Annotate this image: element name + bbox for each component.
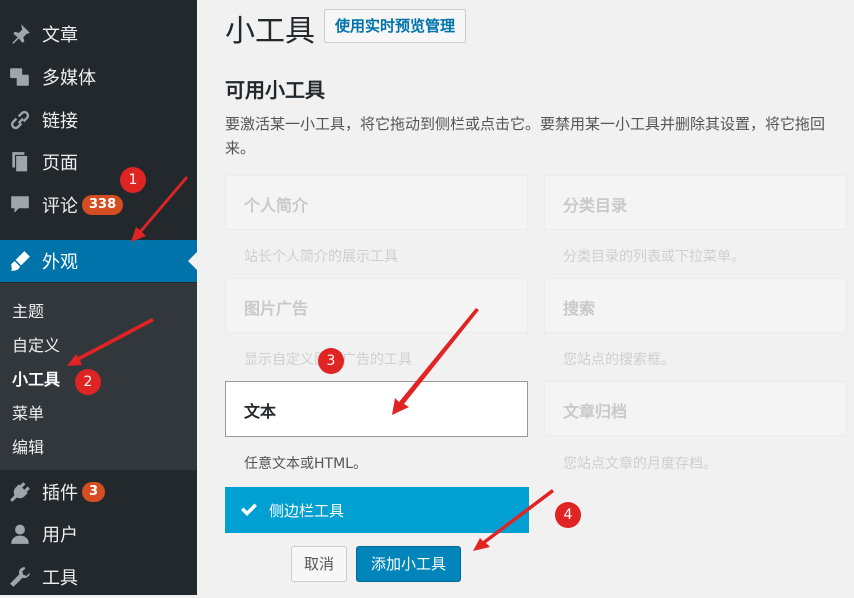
step-2-badge: 2 — [75, 369, 101, 395]
widget-description: 您站点文章的月度存档。 — [563, 456, 717, 472]
checkmark-icon — [241, 503, 257, 516]
menu-item-users[interactable]: 用户 — [0, 513, 197, 555]
available-widgets-heading: 可用小工具 — [225, 78, 325, 102]
widget-title: 个人简介 — [244, 196, 309, 215]
brush-icon — [8, 249, 32, 273]
wrench-icon — [8, 565, 32, 589]
comment-icon — [8, 193, 32, 217]
page-icon — [8, 150, 32, 174]
menu-item-pages[interactable]: 页面 — [0, 141, 197, 183]
menu-item-label: 页面 — [42, 153, 78, 174]
pin-icon — [8, 22, 32, 46]
step-3-badge: 3 — [318, 348, 344, 374]
submenu-item-menus[interactable]: 菜单 — [12, 400, 44, 424]
menu-item-plugins[interactable]: 插件 3 — [0, 471, 197, 513]
menu-item-label: 工具 — [42, 568, 78, 589]
menu-item-comments[interactable]: 评论 338 — [0, 184, 197, 226]
menu-item-links[interactable]: 链接 — [0, 99, 197, 141]
plugin-update-badge: 3 — [82, 482, 106, 502]
widget-title: 图片广告 — [244, 299, 309, 318]
menu-item-label: 插件 — [42, 483, 78, 504]
menu-item-label: 用户 — [42, 525, 78, 546]
widget-title: 分类目录 — [563, 196, 628, 215]
widget-description: 分类目录的列表或下拉菜单。 — [563, 249, 745, 265]
menu-item-label: 外观 — [42, 252, 78, 273]
menu-item-media[interactable]: 多媒体 — [0, 56, 197, 98]
manage-live-preview-button[interactable]: 使用实时预览管理 — [324, 9, 467, 43]
cancel-button[interactable]: 取消 — [291, 546, 348, 582]
page-title: 小工具 — [225, 14, 315, 49]
submenu-item-customize[interactable]: 自定义 — [12, 332, 60, 356]
plugin-icon — [8, 480, 32, 504]
step-1-badge: 1 — [120, 167, 146, 193]
menu-item-label: 文章 — [42, 25, 78, 46]
sidebar-choice-label: 侧边栏工具 — [269, 501, 345, 520]
menu-item-label: 链接 — [42, 111, 78, 132]
widget-search[interactable]: 搜索 — [544, 278, 847, 333]
comment-count-badge: 338 — [82, 195, 124, 215]
step-4-badge: 4 — [555, 502, 581, 528]
widget-profile[interactable]: 个人简介 — [225, 175, 528, 230]
media-icon — [8, 65, 32, 89]
available-widgets-description: 要激活某一小工具，将它拖动到侧栏或点击它。要禁用某一小工具并删除其设置，将它拖回… — [225, 115, 826, 157]
menu-item-tools[interactable]: 工具 — [0, 556, 197, 598]
menu-item-label: 多媒体 — [42, 68, 96, 89]
submenu-item-themes[interactable]: 主题 — [12, 298, 44, 322]
menu-item-posts[interactable]: 文章 — [0, 13, 197, 55]
widget-description: 站长个人简介的展示工具 — [244, 249, 398, 265]
widget-categories[interactable]: 分类目录 — [544, 175, 847, 230]
user-icon — [8, 522, 32, 546]
link-icon — [8, 108, 32, 132]
main-content: 小工具 使用实时预览管理 可用小工具 要激活某一小工具，将它拖动到侧栏或点击它。… — [197, 0, 854, 595]
submenu-item-widgets[interactable]: 小工具 — [12, 366, 60, 390]
widget-image-ad[interactable]: 图片广告 — [225, 278, 528, 333]
sidebar-choice-option[interactable]: 侧边栏工具 — [225, 487, 529, 533]
widget-title: 搜索 — [563, 299, 596, 318]
widget-text[interactable]: 文本 — [225, 381, 528, 437]
widget-title: 文本 — [244, 402, 277, 421]
widget-archives[interactable]: 文章归档 — [544, 381, 847, 436]
widget-title: 文章归档 — [563, 402, 628, 421]
current-indicator-arrow — [188, 252, 197, 270]
admin-sidebar: 文章 多媒体 链接 页面 评论 338 外观 主题 自定义 小工具 菜单 编辑 … — [0, 0, 197, 595]
add-widget-button[interactable]: 添加小工具 — [356, 546, 462, 582]
submenu-item-editor[interactable]: 编辑 — [12, 434, 44, 458]
menu-item-appearance[interactable]: 外观 — [0, 240, 197, 282]
widget-description: 任意文本或HTML。 — [244, 456, 367, 472]
menu-item-label: 评论 — [42, 196, 78, 217]
widget-description: 您站点的搜索框。 — [563, 352, 675, 368]
